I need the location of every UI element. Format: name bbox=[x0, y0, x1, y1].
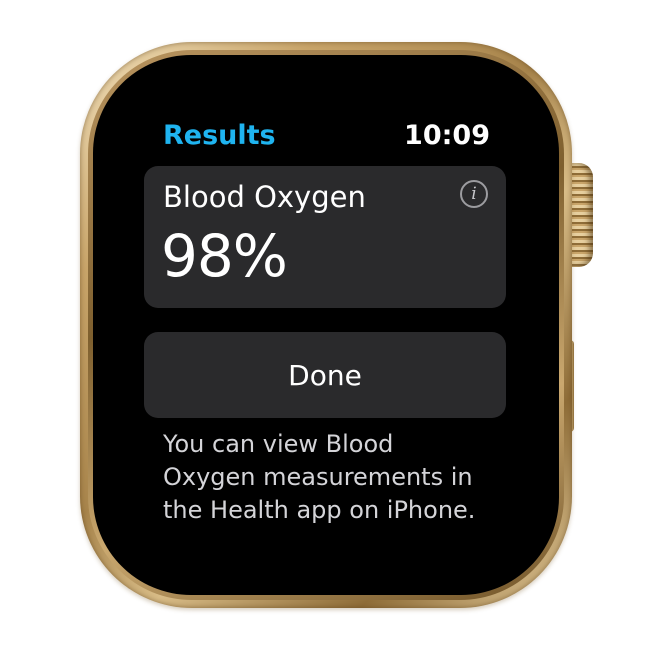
blood-oxygen-card: Blood Oxygen i 98% bbox=[144, 166, 506, 308]
health-app-info-text: You can view Blood Oxygen measurements i… bbox=[163, 430, 476, 524]
done-button[interactable]: Done bbox=[144, 332, 506, 418]
watch-device: Results 10:09 Blood Oxygen i 98% Done Yo… bbox=[0, 0, 650, 650]
status-bar: Results 10:09 bbox=[112, 92, 538, 152]
measurement-label: Blood Oxygen bbox=[163, 180, 366, 214]
results-title[interactable]: Results bbox=[163, 120, 276, 151]
info-circle-icon[interactable]: i bbox=[460, 180, 488, 208]
measurement-value: 98% bbox=[161, 222, 288, 290]
clock-time: 10:09 bbox=[404, 120, 490, 151]
watch-screen: Results 10:09 Blood Oxygen i 98% Done Yo… bbox=[112, 92, 538, 550]
done-button-label: Done bbox=[288, 358, 362, 392]
